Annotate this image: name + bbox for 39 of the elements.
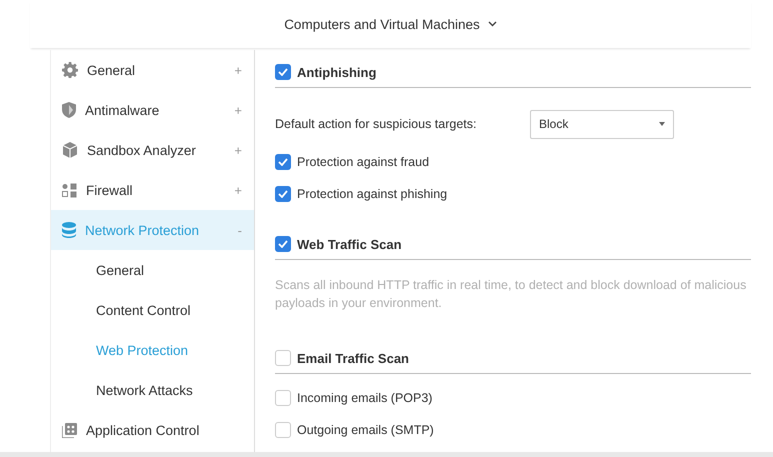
checkbox[interactable] bbox=[275, 390, 291, 406]
blocks-icon bbox=[62, 182, 77, 198]
checkbox[interactable] bbox=[275, 236, 291, 252]
section-title: Email Traffic Scan bbox=[297, 350, 409, 366]
section-description: Scans all inbound HTTP traffic in real time, to detect and block download of malicious payloads in your environment. bbox=[275, 277, 748, 312]
sidebar-item[interactable]: General + bbox=[51, 50, 254, 90]
checkmark-icon bbox=[278, 158, 288, 166]
checkmark-icon bbox=[278, 240, 288, 248]
checkbox-label: Outgoing emails (SMTP) bbox=[297, 423, 434, 437]
cube-icon bbox=[62, 142, 78, 158]
checkbox[interactable] bbox=[275, 154, 291, 170]
checkbox[interactable] bbox=[275, 422, 291, 438]
sidebar-item[interactable]: Firewall + bbox=[51, 170, 254, 210]
section-title: Web Traffic Scan bbox=[297, 236, 402, 252]
sidebar-subitem[interactable]: Network Attacks bbox=[51, 370, 254, 410]
sidebar-item[interactable]: Antimalware + bbox=[51, 90, 254, 130]
page-header[interactable]: Computers and Virtual Machines bbox=[30, 0, 751, 48]
header-title: Computers and Virtual Machines bbox=[284, 16, 480, 32]
sidebar-item[interactable]: Application Control bbox=[51, 410, 254, 450]
checkmark-icon bbox=[278, 68, 288, 76]
section-title: Antiphishing bbox=[297, 64, 376, 80]
chevron-down-icon bbox=[488, 21, 497, 27]
checkbox-label: Protection against phishing bbox=[297, 187, 448, 201]
apps-icon bbox=[62, 422, 77, 438]
caret-icon bbox=[659, 122, 665, 126]
shield-icon bbox=[62, 102, 76, 118]
checkmark-icon bbox=[278, 190, 288, 198]
gear-icon bbox=[62, 62, 78, 78]
sidebar-subitem[interactable]: General bbox=[51, 250, 254, 290]
field-label: Default action for suspicious targets: bbox=[275, 117, 478, 131]
sidebar-item[interactable]: Sandbox Analyzer + bbox=[51, 130, 254, 170]
database-icon bbox=[62, 222, 76, 238]
checkbox[interactable] bbox=[275, 350, 291, 366]
sidebar-subitem[interactable]: Content Control bbox=[51, 290, 254, 330]
checkbox[interactable] bbox=[275, 64, 291, 80]
checkbox[interactable] bbox=[275, 186, 291, 202]
action-dropdown[interactable]: Block bbox=[530, 110, 674, 138]
checkbox-label: Incoming emails (POP3) bbox=[297, 391, 432, 405]
checkbox-label: Protection against fraud bbox=[297, 155, 430, 169]
